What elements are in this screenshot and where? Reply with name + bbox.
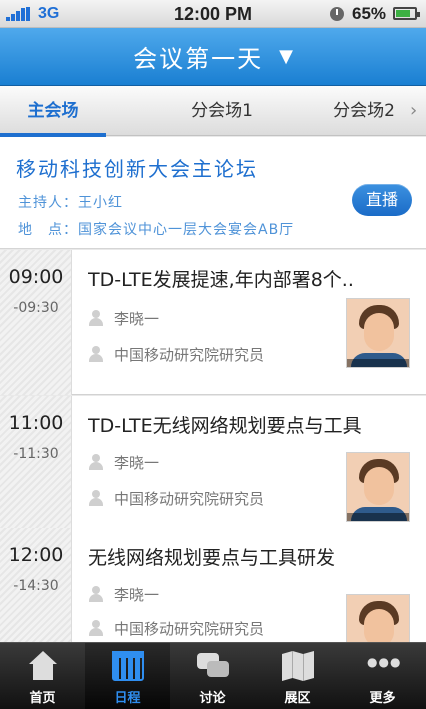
calendar-icon <box>112 651 144 681</box>
forum-location: 地 点：国家会议中心一层大会宴会AB厅 <box>18 222 295 238</box>
person-icon <box>88 586 104 602</box>
session-list: 09:00 -09:30 TD-LTE发展提速,年内部署8个.. 李晓一 中国移… <box>0 250 426 642</box>
page-title: 会议第一天 <box>133 45 264 73</box>
battery-percent: 65% <box>352 4 387 23</box>
day-selector[interactable]: 会议第一天 ▼ <box>0 28 426 86</box>
more-icon <box>367 651 399 681</box>
tab-label: 首页 <box>29 691 56 706</box>
session-time: 09:00 -09:30 <box>0 250 72 395</box>
session-end-time: -09:30 <box>13 300 59 316</box>
session-start-time: 09:00 <box>8 266 64 288</box>
live-button[interactable]: 直播 <box>352 184 412 216</box>
chat-icon <box>197 651 229 681</box>
session-time: 11:00 -11:30 <box>0 396 72 541</box>
session-speaker: 李晓一 <box>114 310 160 328</box>
session-item[interactable]: 09:00 -09:30 TD-LTE发展提速,年内部署8个.. 李晓一 中国移… <box>0 250 426 395</box>
session-end-time: -11:30 <box>13 446 59 462</box>
session-end-time: -14:30 <box>13 578 59 594</box>
person-icon <box>88 454 104 470</box>
tab-sub-venue-2[interactable]: 分会场2 <box>318 86 410 136</box>
tab-sub-venue-1[interactable]: 分会场1 <box>172 86 272 136</box>
status-bar: 3G 12:00 PM 65% <box>0 0 426 28</box>
venue-tabs: 主会场 分会场1 分会场2 <box>0 86 426 136</box>
person-icon <box>88 490 104 506</box>
person-icon <box>88 310 104 326</box>
tab-label: 展区 <box>284 691 311 706</box>
session-speaker: 李晓一 <box>114 586 160 604</box>
battery-icon <box>393 7 420 20</box>
tab-discussion[interactable]: 讨论 <box>170 643 255 709</box>
session-item[interactable]: 12:00 -14:30 无线网络规划要点与工具研发 李晓一 中国移动研究院研究… <box>0 528 426 642</box>
session-title: TD-LTE发展提速,年内部署8个.. <box>88 269 354 291</box>
forum-title: 移动科技创新大会主论坛 <box>16 157 258 181</box>
bottom-tab-bar: 首页 日程 讨论 展区 更多 <box>0 642 426 709</box>
map-icon <box>282 651 314 681</box>
alarm-icon <box>330 7 344 21</box>
tab-exhibition[interactable]: 展区 <box>255 643 340 709</box>
forum-host: 主持人：王小红 <box>18 195 123 211</box>
session-speaker: 李晓一 <box>114 454 160 472</box>
tab-label: 讨论 <box>199 691 226 706</box>
session-organization: 中国移动研究院研究员 <box>114 490 265 508</box>
tab-more[interactable]: 更多 <box>340 643 426 709</box>
session-item[interactable]: 11:00 -11:30 TD-LTE无线网络规划要点与工具 李晓一 中国移动研… <box>0 396 426 541</box>
session-title: 无线网络规划要点与工具研发 <box>88 547 336 569</box>
chevron-right-icon[interactable]: › <box>410 100 417 121</box>
session-organization: 中国移动研究院研究员 <box>114 346 265 364</box>
tab-home[interactable]: 首页 <box>0 643 85 709</box>
session-start-time: 12:00 <box>8 544 64 566</box>
session-title: TD-LTE无线网络规划要点与工具 <box>88 415 362 437</box>
session-organization: 中国移动研究院研究员 <box>114 620 265 638</box>
session-time: 12:00 -14:30 <box>0 528 72 642</box>
session-start-time: 11:00 <box>8 412 64 434</box>
tab-label: 日程 <box>114 691 141 706</box>
tab-label: 更多 <box>369 691 396 706</box>
person-icon <box>88 346 104 362</box>
tab-main-venue[interactable]: 主会场 <box>0 86 106 136</box>
tab-schedule[interactable]: 日程 <box>85 643 170 709</box>
speaker-avatar <box>346 298 410 368</box>
forum-info: 移动科技创新大会主论坛 主持人：王小红 地 点：国家会议中心一层大会宴会AB厅 … <box>0 137 426 249</box>
caret-down-icon: ▼ <box>279 46 293 67</box>
person-icon <box>88 620 104 636</box>
speaker-avatar <box>346 594 410 642</box>
speaker-avatar <box>346 452 410 522</box>
home-icon <box>27 651 59 681</box>
